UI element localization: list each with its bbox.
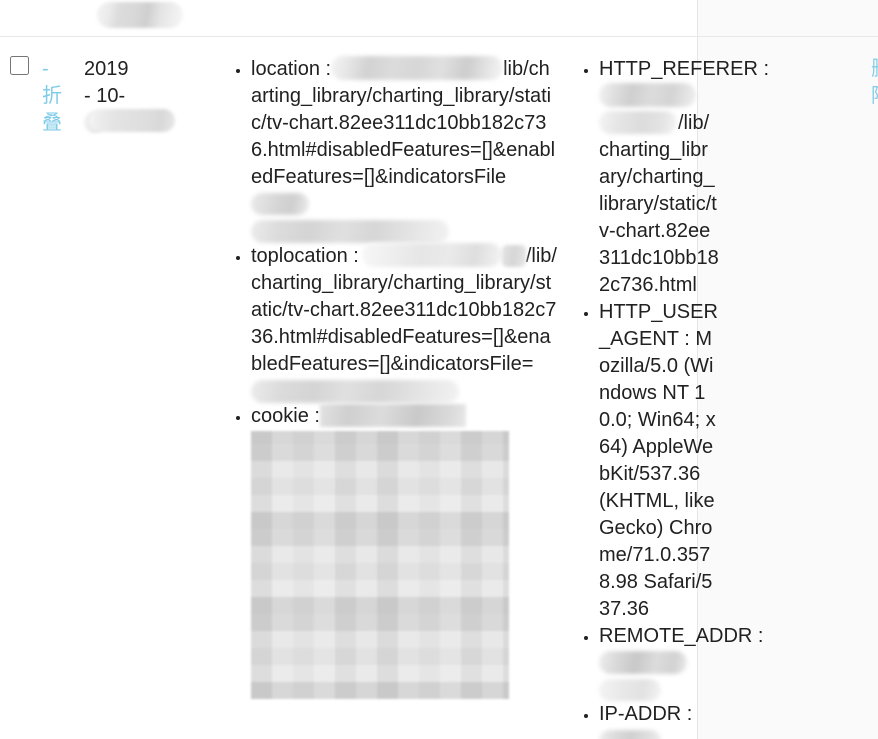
redacted-blob-referer-host1 [599,83,696,107]
redacted-blob-cookie-head [319,404,466,427]
value-user-agent-part6: 7.36 [610,598,650,620]
request-details-left-cell: location :lib/charting_library/charting_… [229,37,559,699]
redacted-blob-location-host [331,56,504,80]
redacted-blob-remote-addr-2 [599,679,661,701]
list-item-location: location :lib/charting_library/charting_… [251,56,559,243]
redacted-blob-top [97,2,183,28]
redacted-blob-remote-addr [599,651,687,674]
collapse-link[interactable]: -折叠 [42,56,66,137]
row-actions-cell: 删除 [719,37,878,110]
list-item-cookie: cookie : [251,403,559,699]
table-row: -折叠 2019- 10- location :lib/charting_lib… [0,37,878,739]
fold-cell: -折叠 [42,37,84,137]
redacted-blob-location-tail1 [251,193,309,215]
date-part-month: 10- [96,85,126,107]
list-item-http-referer: HTTP_REFERER :/lib/charting_library/char… [599,56,769,299]
redacted-blob-toplocation-tail [251,380,459,403]
date-cell: 2019- 10- [84,37,229,137]
label-toplocation: toplocation : [251,245,359,267]
server-vars-list: HTTP_REFERER :/lib/charting_library/char… [577,56,769,739]
delete-link[interactable]: 删除 [871,56,878,110]
list-item-remote-addr: REMOTE_ADDR : [599,623,763,701]
label-remote-addr: REMOTE_ADDR : [599,625,764,647]
redacted-blob-referer-host2 [599,111,677,134]
value-location-part5: atures=[]&indicatorsFile [296,166,507,188]
request-details-left-list: location :lib/charting_library/charting_… [229,56,559,699]
row-select-checkbox[interactable] [10,56,29,75]
value-referer-part4: 6.html [642,274,697,296]
label-location: location : [251,58,332,80]
page-root: -折叠 2019- 10- location :lib/charting_lib… [0,0,878,739]
row-select-cell [0,37,42,75]
date-value: 2019- 10- [84,56,175,137]
redacted-blob-ip-addr [599,730,661,739]
server-vars-cell: HTTP_REFERER :/lib/charting_library/char… [559,37,769,739]
redacted-blob-cookie-body [251,431,509,699]
list-item-http-user-agent: HTTP_USER_AGENT : Mozilla/5.0 (Windows N… [599,299,719,623]
redacted-blob-toplocation-prefix [501,245,526,267]
redacted-blob-location-tail2 [251,220,449,243]
redacted-blob-date-time [89,109,175,132]
value-toplocation-part5: dFeatures=[]&indicatorsFile= [277,353,534,375]
previous-row-remnant [0,0,878,36]
label-cookie: cookie : [251,405,320,427]
redacted-blob-toplocation-host [361,243,502,267]
list-item-ip-addr: IP-ADDR : [599,701,719,739]
label-ip-addr: IP-ADDR : [599,703,693,725]
list-item-toplocation: toplocation :/lib/charting_library/chart… [251,243,559,403]
